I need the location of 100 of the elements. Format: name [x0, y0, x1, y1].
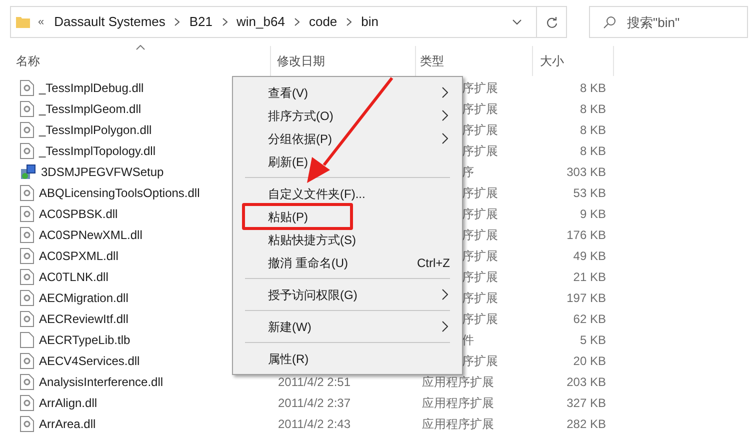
chevron-right-icon — [442, 87, 448, 98]
breadcrumb[interactable]: Dassault Systemes — [54, 12, 166, 32]
size-cell: 8 KB — [580, 80, 606, 94]
size-cell: 49 KB — [573, 248, 606, 262]
date-cell: 2011/4/2 2:37 — [278, 396, 351, 410]
file-name[interactable]: AC0TLNK.dll — [39, 268, 108, 286]
size-cell: 303 KB — [566, 164, 606, 178]
type-cell: 序扩展 — [462, 102, 498, 116]
size-cell: 327 KB — [566, 396, 606, 410]
breadcrumb[interactable]: code — [308, 12, 338, 32]
gear-file-icon — [20, 290, 34, 306]
breadcrumb[interactable]: win_b64 — [236, 12, 285, 32]
gear-file-icon — [20, 416, 34, 432]
chevron-right-icon — [442, 321, 448, 332]
menu-item[interactable]: 查看(V) — [233, 81, 462, 104]
type-cell: 序扩展 — [462, 228, 498, 242]
chevron-right-icon — [222, 18, 228, 26]
size-cell: 9 KB — [580, 206, 606, 220]
gear-file-icon — [20, 142, 34, 158]
gear-file-icon — [20, 80, 34, 96]
type-cell: 序扩展 — [462, 248, 498, 262]
file-name[interactable]: _TessImplPolygon.dll — [39, 120, 152, 138]
chevron-right-icon — [174, 18, 180, 26]
type-cell: 件 — [462, 332, 474, 346]
chevron-right-icon — [442, 110, 448, 121]
sort-up-icon — [136, 45, 145, 50]
size-cell: 62 KB — [573, 312, 606, 326]
size-cell: 8 KB — [580, 102, 606, 116]
menu-item[interactable]: 新建(W) — [233, 315, 462, 338]
size-cell: 8 KB — [580, 122, 606, 136]
gear-file-icon — [20, 122, 34, 138]
gear-file-icon — [20, 394, 34, 410]
file-name[interactable]: _TessImplTopology.dll — [39, 142, 156, 160]
refresh-icon[interactable] — [546, 16, 558, 28]
type-cell: 序 — [462, 164, 474, 178]
gear-file-icon — [20, 248, 34, 264]
file-name[interactable]: ArrAlign.dll — [39, 394, 98, 412]
menu-item[interactable]: 刷新(E) — [233, 150, 462, 173]
file-name[interactable]: ArrArea.dll — [39, 414, 96, 432]
menu-item[interactable]: 粘贴快捷方式(S) — [233, 228, 462, 251]
size-cell: 8 KB — [580, 144, 606, 158]
type-cell: 序扩展 — [462, 144, 498, 158]
file-name[interactable]: AECV4Services.dll — [39, 352, 140, 370]
size-cell: 20 KB — [573, 354, 606, 368]
gear-file-icon — [20, 206, 34, 222]
type-cell: 序扩展 — [462, 122, 498, 136]
gear-file-icon — [20, 374, 34, 390]
type-cell: 应用程序扩展 — [422, 374, 494, 388]
file-name[interactable]: AECMigration.dll — [39, 288, 128, 306]
size-cell: 53 KB — [573, 186, 606, 200]
gear-file-icon — [20, 310, 34, 326]
date-cell: 2011/4/2 2:51 — [278, 374, 351, 388]
menu-item[interactable]: 粘贴(P) — [242, 203, 353, 230]
menu-item[interactable]: 分组依据(P) — [233, 127, 462, 150]
menu-item[interactable]: 排序方式(O) — [233, 104, 462, 127]
breadcrumb[interactable]: B21 — [189, 12, 213, 32]
file-name[interactable]: AC0SPXML.dll — [39, 246, 118, 264]
overflow-chevron[interactable]: « — [38, 14, 44, 30]
address-bar[interactable]: « Dassault Systemes B21 win_b64 code bin — [10, 6, 567, 38]
file-name[interactable]: _TessImplGeom.dll — [39, 100, 142, 118]
type-cell: 序扩展 — [462, 186, 498, 200]
file-name[interactable]: AECRTypeLib.tlb — [39, 330, 130, 348]
file-name[interactable]: AC0SPBSK.dll — [39, 204, 118, 222]
type-cell: 序扩展 — [462, 290, 498, 304]
file-name[interactable]: ABQLicensingToolsOptions.dll — [39, 184, 200, 202]
installer-icon — [20, 164, 36, 180]
menu-item[interactable]: 自定义文件夹(F)... — [233, 182, 462, 205]
file-name[interactable]: AECReviewItf.dll — [39, 310, 128, 328]
gear-file-icon — [20, 184, 34, 200]
type-cell: 序扩展 — [462, 354, 498, 368]
dropdown-icon[interactable] — [512, 19, 522, 25]
type-cell: 序扩展 — [462, 206, 498, 220]
menu-item[interactable]: 撤消 重命名(U) Ctrl+Z — [233, 251, 462, 274]
date-cell: 2011/4/2 2:43 — [278, 416, 351, 430]
gear-file-icon — [20, 100, 34, 116]
search-icon — [603, 16, 616, 29]
file-name[interactable]: AnalysisInterference.dll — [39, 372, 164, 390]
file-icon — [20, 332, 34, 348]
gear-file-icon — [20, 226, 34, 242]
chevron-right-icon — [346, 18, 352, 26]
column-header[interactable]: 大小 — [533, 46, 614, 76]
type-cell: 应用程序扩展 — [422, 396, 494, 410]
size-cell: 203 KB — [566, 374, 606, 388]
search-field[interactable]: 搜索"bin" — [589, 6, 748, 38]
type-cell: 序扩展 — [462, 312, 498, 326]
gear-file-icon — [20, 352, 34, 368]
chevron-right-icon — [442, 289, 448, 300]
file-name[interactable]: AC0SPNewXML.dll — [39, 226, 142, 244]
breadcrumb[interactable]: bin — [361, 12, 379, 32]
gear-file-icon — [20, 268, 34, 284]
shortcut-text: Ctrl+Z — [417, 254, 450, 272]
type-cell: 序扩展 — [462, 270, 498, 284]
file-name[interactable]: _TessImplDebug.dll — [39, 78, 144, 96]
menu-item[interactable]: 授予访问权限(G) — [233, 283, 462, 306]
type-cell: 应用程序扩展 — [422, 416, 494, 430]
type-cell: 序扩展 — [462, 80, 498, 94]
size-cell: 197 KB — [566, 290, 606, 304]
menu-item[interactable]: 属性(R) — [233, 347, 462, 370]
size-cell: 176 KB — [566, 228, 606, 242]
file-name[interactable]: 3DSMJPEGVFWSetup — [41, 162, 164, 180]
